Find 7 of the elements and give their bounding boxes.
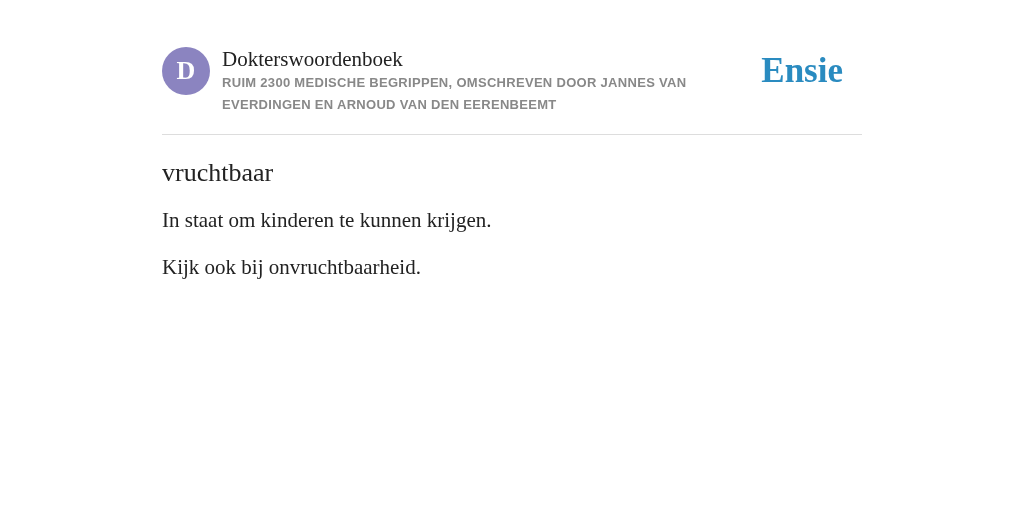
avatar: D (162, 47, 210, 95)
entry-term: vruchtbaar (162, 157, 275, 189)
logo[interactable]: Ensie (761, 51, 843, 91)
definition-text: Kijk ook bij onvruchtbaarheid. (162, 254, 422, 281)
site-title: Dokterswoordenboek (222, 47, 404, 71)
definition-text: In staat om kinderen te kunnen krijgen. (162, 207, 493, 234)
site-subtitle: RUIM 2300 MEDISCHE BEGRIPPEN, OMSCHREVEN DOOR JANNES VAN EVERDINGEN EN ARNOUD VAN DEN EERENBEEMT (222, 74, 688, 114)
